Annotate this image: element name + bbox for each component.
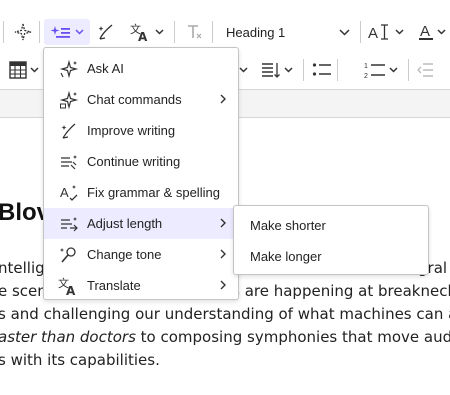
chevron-down-icon	[75, 29, 84, 35]
menu-item-label: Fix grammar & spelling	[87, 185, 220, 200]
menu-item-improve-writing[interactable]: Improve writing	[44, 115, 238, 146]
menu-item-label: Adjust length	[87, 216, 163, 231]
chevron-right-icon	[220, 249, 226, 259]
line-height-icon	[262, 63, 280, 78]
sparkle-ask-icon	[58, 59, 80, 79]
svg-text:A: A	[420, 23, 430, 40]
translate-button[interactable]: 文 A	[126, 19, 168, 45]
numbered-list-button[interactable]: 1 2	[358, 57, 404, 83]
font-color-button[interactable]: A	[414, 19, 450, 45]
chevron-down-icon	[437, 29, 446, 35]
chevron-down-icon	[395, 29, 404, 35]
paragraph-line: e scens are happening at breakneck s	[0, 282, 450, 300]
heading-select-value: Heading 1	[226, 24, 286, 40]
submenu-item-make-longer[interactable]: Make longer	[234, 241, 428, 272]
menu-item-translate[interactable]: 文A Translate	[44, 270, 238, 301]
font-size-button[interactable]: A	[366, 19, 406, 45]
remove-format-button[interactable]	[182, 19, 206, 45]
toolbar-separator	[360, 21, 361, 43]
paragraph-line: s with its capabilities.	[0, 351, 160, 369]
toolbar-separator	[212, 21, 213, 43]
italic-text: aster than doctors	[0, 328, 136, 346]
menu-item-label: Ask AI	[87, 61, 124, 76]
sparkle-chat-icon	[58, 90, 80, 110]
menu-item-fix-grammar[interactable]: A Fix grammar & spelling	[44, 177, 238, 208]
menu-item-ask-ai[interactable]: Ask AI	[44, 53, 238, 84]
toolbar-separator	[39, 21, 40, 43]
heading-select[interactable]: Heading 1	[220, 19, 356, 45]
improve-writing-button[interactable]	[94, 19, 118, 45]
outdent-button[interactable]	[414, 57, 436, 83]
svg-text:A: A	[66, 284, 76, 296]
submenu-item-label: Make longer	[250, 249, 322, 264]
clear-format-icon	[188, 25, 202, 39]
paragraph-line: aster than doctors to composing symphoni…	[0, 328, 450, 346]
insert-table-button[interactable]	[4, 57, 44, 83]
text-fragment: e scen	[0, 282, 47, 300]
ai-commands-icon	[50, 26, 70, 38]
translate-icon: 文A	[58, 276, 80, 296]
bulleted-list-icon	[312, 63, 331, 76]
menu-item-label: Chat commands	[87, 92, 182, 107]
translate-icon: 文 A	[130, 22, 148, 42]
adjust-length-submenu: Make shorter Make longer	[233, 205, 429, 275]
chevron-down-icon	[155, 29, 164, 35]
toolbar-separator	[3, 21, 4, 43]
ai-commands-menu: Ask AI Chat commands Improve writing Con…	[43, 47, 239, 300]
paragraph-line: s and challenging our understanding of w…	[0, 305, 450, 323]
menu-item-label: Improve writing	[87, 123, 176, 138]
paragraph-line: ntellig gral	[0, 259, 447, 277]
text-fragment: to composing symphonies that move audien…	[140, 328, 450, 346]
font-color-icon: A	[419, 23, 433, 40]
chevron-down-icon	[339, 28, 350, 36]
ai-assistant-button[interactable]	[10, 19, 36, 45]
svg-text:A: A	[138, 30, 148, 42]
text-fragment: ntellig	[0, 259, 45, 277]
line-height-button[interactable]	[256, 57, 298, 83]
text-fragment: are happening at breakneck s	[239, 282, 450, 300]
ai-commands-dropdown-button[interactable]	[44, 19, 90, 45]
chevron-down-icon	[389, 67, 398, 73]
menu-item-chat-commands[interactable]: Chat commands	[44, 84, 238, 115]
menu-item-change-tone[interactable]: Change tone	[44, 239, 238, 270]
submenu-item-make-shorter[interactable]: Make shorter	[234, 210, 428, 241]
toolbar-separator	[408, 59, 409, 81]
menu-item-continue-writing[interactable]: Continue writing	[44, 146, 238, 177]
chevron-down-icon	[30, 67, 39, 73]
svg-text:2: 2	[364, 73, 368, 79]
grammar-check-icon: A	[58, 183, 80, 203]
toolbar-row-1: 文 A Heading 1 A A	[0, 13, 450, 51]
submenu-item-label: Make shorter	[250, 218, 326, 233]
outdent-icon	[417, 63, 433, 77]
chevron-right-icon	[220, 218, 226, 228]
toolbar-separator	[337, 59, 338, 81]
table-icon	[9, 61, 27, 79]
menu-item-label: Translate	[87, 278, 141, 293]
tone-icon	[58, 245, 80, 265]
adjust-length-icon	[58, 214, 80, 234]
menu-item-adjust-length[interactable]: Adjust length	[44, 208, 238, 239]
bulleted-list-button[interactable]	[310, 57, 334, 83]
chevron-down-icon	[284, 67, 293, 73]
svg-text:A: A	[60, 185, 69, 200]
chevron-down-icon	[238, 67, 248, 73]
continue-lines-icon	[58, 152, 80, 172]
numbered-list-icon: 1 2	[364, 63, 385, 79]
svg-text:A: A	[368, 25, 378, 41]
toolbar-separator	[174, 21, 175, 43]
chevron-right-icon	[220, 94, 226, 104]
font-size-icon: A	[368, 24, 388, 41]
svg-text:1: 1	[364, 63, 368, 70]
pen-sparkle-icon	[98, 24, 113, 40]
menu-item-label: Continue writing	[87, 154, 181, 169]
pen-sparkle-icon	[58, 121, 80, 141]
chevron-right-icon	[220, 280, 226, 290]
sparkle-icon	[14, 23, 32, 41]
toolbar-separator	[303, 59, 304, 81]
menu-item-label: Change tone	[87, 247, 162, 262]
